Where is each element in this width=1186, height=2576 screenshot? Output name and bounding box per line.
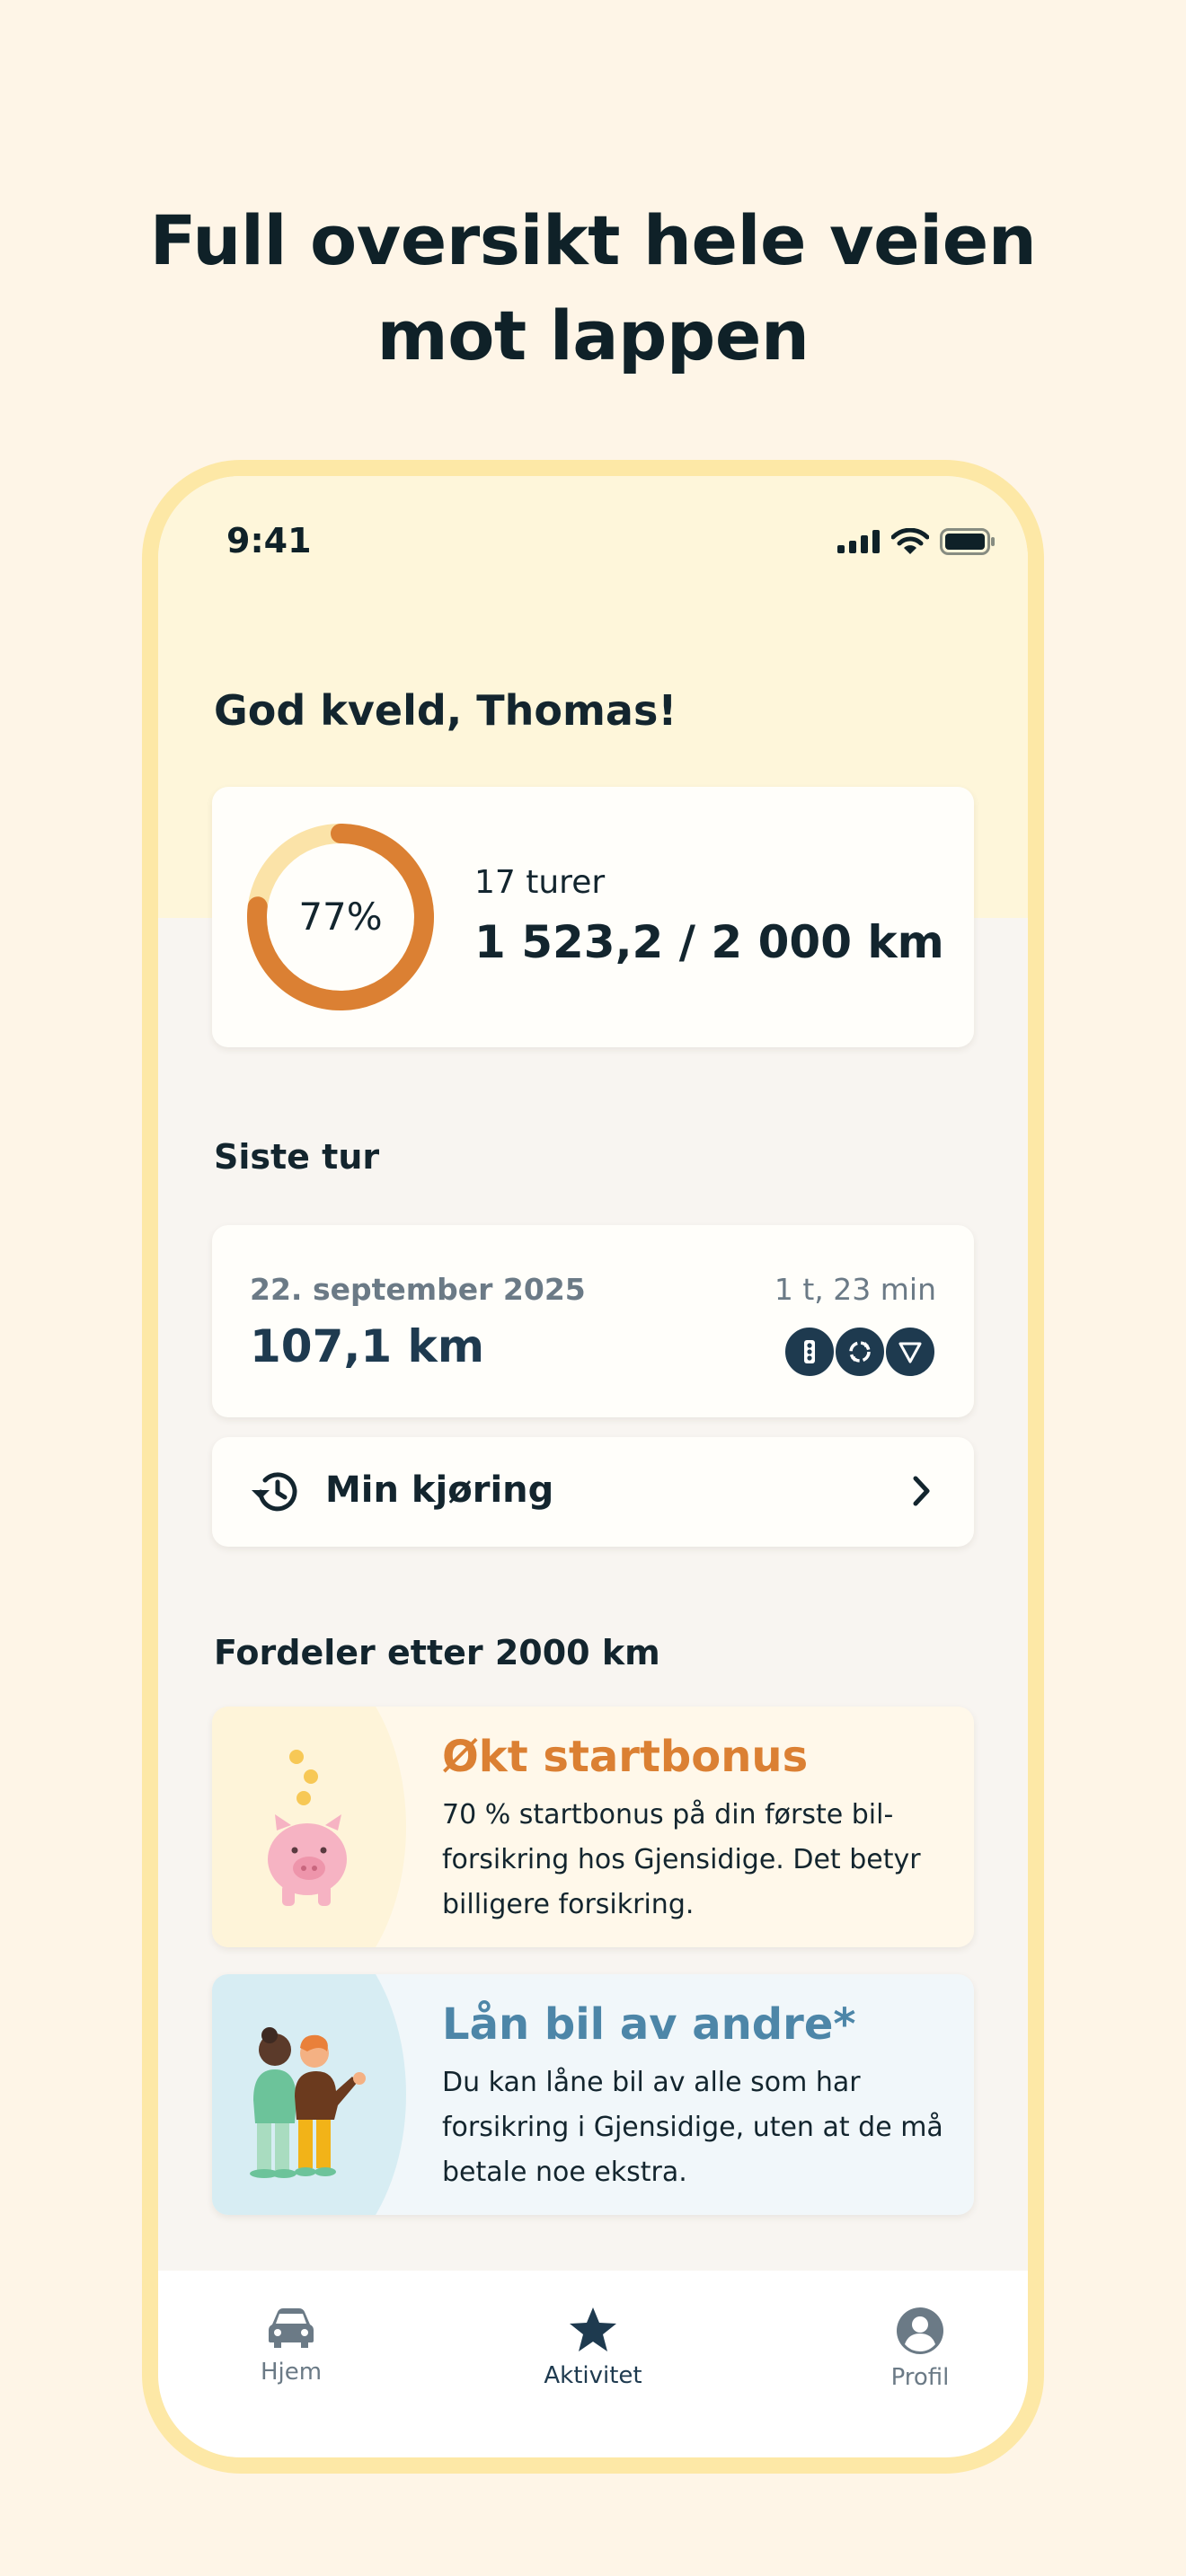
progress-card[interactable]: 77% 17 turer 1 523,2 / 2 000 km xyxy=(212,787,974,1047)
piggy-bank-icon xyxy=(268,1750,347,1906)
star-icon xyxy=(570,2307,616,2351)
distance-progress: 1 523,2 / 2 000 km xyxy=(474,916,944,968)
yield-sign-icon xyxy=(884,1326,936,1378)
chevron-right-icon xyxy=(913,1476,930,1506)
car-icon xyxy=(269,2308,314,2348)
headline-line-1: Full oversikt hele veien xyxy=(149,200,1037,280)
trip-duration: 1 t, 23 min xyxy=(774,1272,936,1307)
tab-profile-label: Profil xyxy=(890,2364,950,2391)
tab-bar: Hjem Aktivitet Profil xyxy=(158,2271,1028,2457)
last-trip-title: Siste tur xyxy=(214,1137,380,1177)
tab-home[interactable]: Hjem xyxy=(201,2307,381,2386)
progress-percent: 77% xyxy=(298,895,383,939)
tab-activity[interactable]: Aktivitet xyxy=(503,2307,683,2389)
status-icons xyxy=(837,528,996,555)
last-trip-card[interactable]: 22. september 2025 107,1 km 1 t, 23 min xyxy=(212,1225,974,1417)
tab-activity-label: Aktivitet xyxy=(544,2362,642,2389)
status-time: 9:41 xyxy=(226,521,312,560)
benefit-card-borrow-car[interactable]: Lån bil av andre* Du kan låne bil av all… xyxy=(212,1974,974,2215)
signal-icon xyxy=(837,530,880,553)
trip-distance: 107,1 km xyxy=(250,1320,484,1372)
headline: Full oversikt hele veien mot lappen xyxy=(0,193,1186,384)
phone-frame: 9:41 God kveld, Thomas! 77% 17 turer 1 5… xyxy=(142,460,1044,2474)
benefit-text: 70 % startbonus på din første bil-forsik… xyxy=(442,1799,921,1920)
trip-badges xyxy=(783,1326,936,1378)
people-illustration xyxy=(250,2027,366,2178)
profile-icon xyxy=(897,2307,943,2354)
tab-profile[interactable]: Profil xyxy=(830,2307,1010,2391)
greeting: God kveld, Thomas! xyxy=(214,686,677,735)
benefits-title: Fordeler etter 2000 km xyxy=(214,1633,660,1672)
trip-count: 17 turer xyxy=(474,864,606,901)
history-icon xyxy=(252,1472,297,1512)
roundabout-icon xyxy=(834,1326,886,1378)
headline-line-2: mot lappen xyxy=(376,296,810,375)
my-driving-label: Min kjøring xyxy=(325,1469,554,1511)
my-driving-button[interactable]: Min kjøring xyxy=(212,1437,974,1547)
battery-icon xyxy=(940,528,995,555)
benefit-text: Du kan låne bil av alle som har forsikri… xyxy=(442,2067,943,2188)
benefit-title: Lån bil av andre* xyxy=(442,1999,856,2050)
wifi-icon xyxy=(891,528,929,554)
trip-date: 22. september 2025 xyxy=(250,1272,586,1307)
benefit-card-startbonus[interactable]: Økt startbonus 70 % startbonus på din fø… xyxy=(212,1707,974,1947)
traffic-light-icon xyxy=(783,1326,836,1378)
tab-home-label: Hjem xyxy=(260,2359,323,2386)
benefit-title: Økt startbonus xyxy=(442,1732,809,1782)
